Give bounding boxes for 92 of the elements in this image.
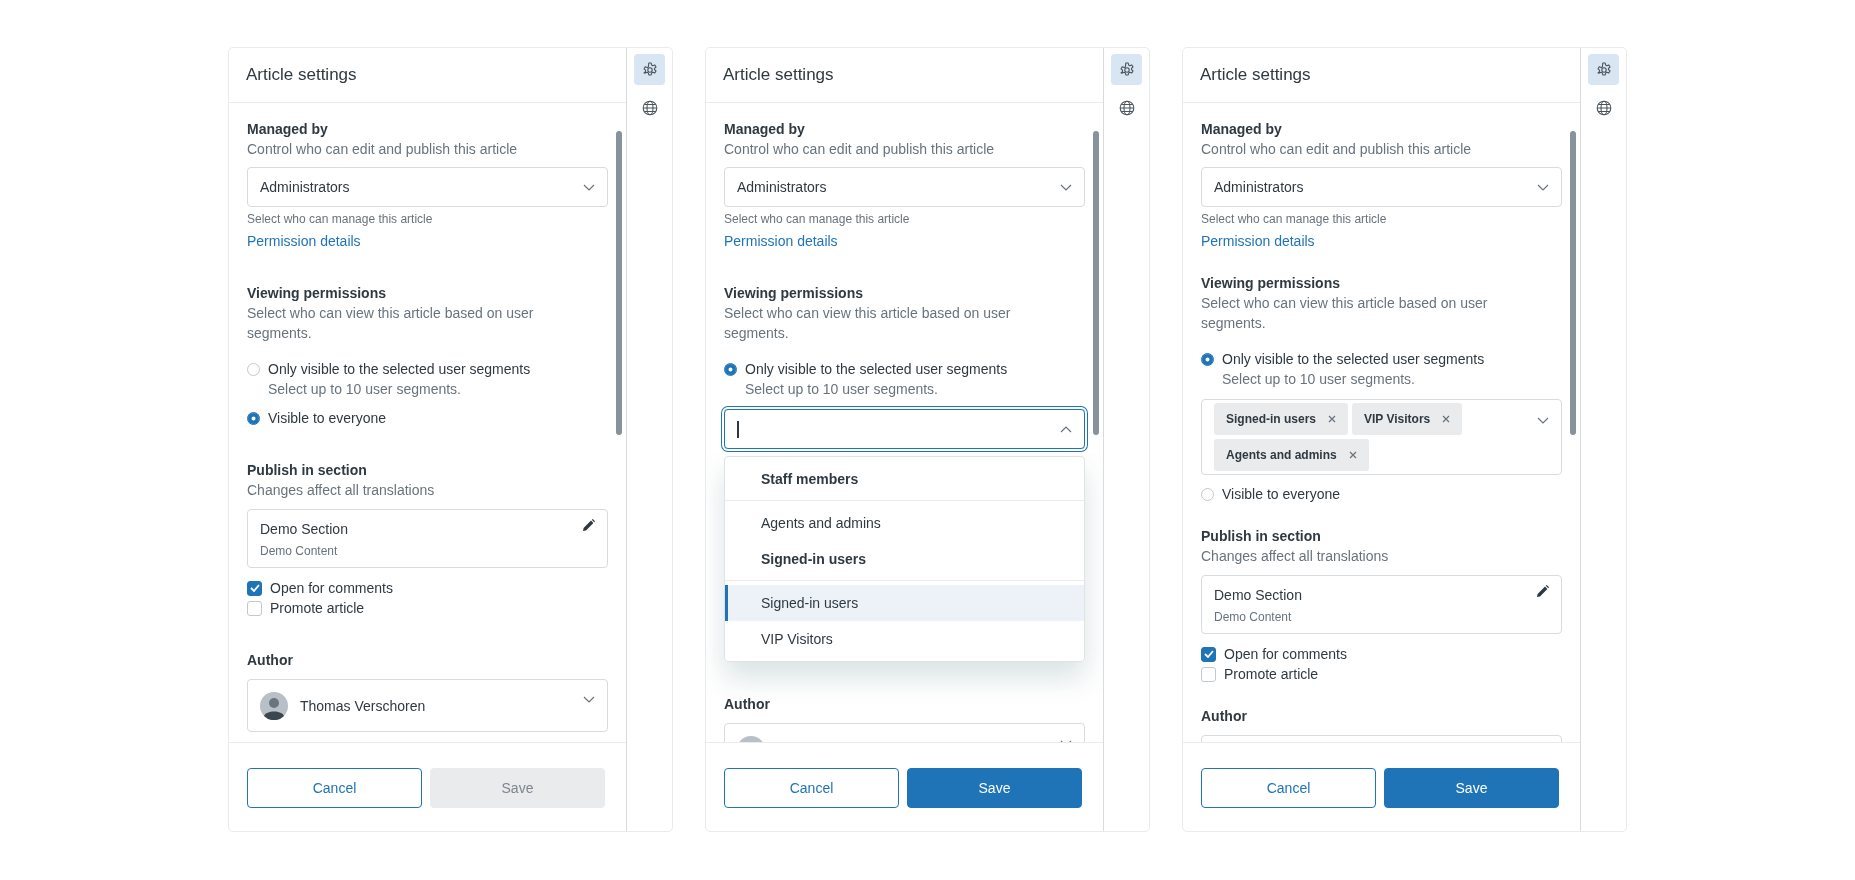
- radio-button[interactable]: [247, 411, 260, 425]
- checkbox[interactable]: [1201, 646, 1216, 662]
- globe-icon: [1118, 99, 1135, 116]
- checkbox[interactable]: [247, 580, 262, 596]
- section-description: Control who can edit and publish this article: [1201, 140, 1473, 159]
- remove-icon[interactable]: [1442, 415, 1451, 423]
- radio-button[interactable]: [724, 362, 737, 376]
- panel-title: Article settings: [1200, 65, 1311, 85]
- section-label: Viewing permissions: [1201, 274, 1341, 293]
- segment-select[interactable]: Signed-in users VIP Visitors Agents and admins: [1201, 399, 1562, 475]
- section-description: Control who can edit and publish this article: [724, 140, 996, 159]
- edit-icon[interactable]: [1536, 585, 1549, 598]
- section-label: Viewing permissions: [724, 284, 864, 303]
- section-label: Managed by: [724, 120, 806, 139]
- radio-label: Only visible to the selected user segments: [745, 360, 1008, 379]
- cancel-button[interactable]: Cancel: [1201, 768, 1376, 808]
- chevron-up-icon: [1060, 425, 1072, 433]
- scrollbar-thumb[interactable]: [1093, 131, 1099, 435]
- section-label: Author: [1201, 707, 1248, 726]
- section-label: Author: [724, 695, 771, 714]
- section-description: Select who can view this article based on user segments.: [247, 304, 535, 343]
- managed-by-select[interactable]: Administrators: [247, 167, 608, 207]
- checkbox-label: Open for comments: [1224, 645, 1347, 664]
- managed-by-select[interactable]: Administrators: [1201, 167, 1562, 207]
- text-cursor: [737, 420, 739, 438]
- section-label: Viewing permissions: [247, 284, 387, 303]
- checkbox-label: Open for comments: [270, 579, 393, 598]
- checkbox-label: Promote article: [270, 599, 365, 618]
- permission-details-link[interactable]: Permission details: [724, 233, 838, 249]
- avatar-icon: [260, 691, 288, 720]
- tag-label: Signed-in users: [1226, 412, 1317, 426]
- author-select[interactable]: Thomas Verschoren: [247, 679, 608, 732]
- panel-title: Article settings: [246, 65, 357, 85]
- section-description: Select who can view this article based on user segments.: [724, 304, 1012, 343]
- section-label: Publish in section: [247, 461, 368, 480]
- section-name: Demo Section: [260, 520, 348, 539]
- tag-label: VIP Visitors: [1364, 412, 1431, 426]
- cancel-button[interactable]: Cancel: [247, 768, 422, 808]
- settings-button[interactable]: [1111, 54, 1142, 85]
- settings-icon: [1595, 61, 1612, 78]
- section-description: Select who can view this article based on user segments.: [1201, 294, 1489, 333]
- panel-title: Article settings: [723, 65, 834, 85]
- field-hint: Select who can manage this article: [1201, 211, 1388, 227]
- menu-item[interactable]: Signed-in users: [725, 585, 1084, 621]
- radio-button[interactable]: [1201, 352, 1214, 366]
- save-button[interactable]: Save: [1384, 768, 1559, 808]
- save-button[interactable]: Save: [907, 768, 1082, 808]
- radio-label: Visible to everyone: [268, 409, 387, 428]
- menu-item[interactable]: VIP Visitors: [725, 621, 1084, 657]
- scrollbar-thumb[interactable]: [1570, 131, 1576, 435]
- radio-label: Only visible to the selected user segments: [1222, 350, 1485, 369]
- settings-icon: [1118, 61, 1135, 78]
- radio-label: Only visible to the selected user segments: [268, 360, 531, 379]
- tag-label: Agents and admins: [1226, 448, 1337, 462]
- option-hint: Select up to 10 user segments.: [744, 380, 939, 399]
- globe-icon: [641, 99, 658, 116]
- section-label: Managed by: [1201, 120, 1283, 139]
- remove-icon[interactable]: [1328, 415, 1337, 423]
- menu-item[interactable]: Agents and admins: [725, 505, 1084, 541]
- radio-button[interactable]: [1201, 487, 1214, 501]
- section-description: Changes affect all translations: [1201, 547, 1390, 566]
- permission-details-link[interactable]: Permission details: [1201, 233, 1315, 249]
- option-hint: Select up to 10 user segments.: [1221, 370, 1416, 389]
- segment-search-field[interactable]: [724, 409, 1085, 449]
- checkbox[interactable]: [1201, 666, 1216, 682]
- section-label: Publish in section: [1201, 527, 1322, 546]
- settings-button[interactable]: [1588, 54, 1619, 85]
- globe-icon: [1595, 99, 1612, 116]
- section-path: Demo Content: [260, 543, 339, 559]
- settings-icon: [641, 61, 658, 78]
- section-label: Author: [247, 651, 294, 670]
- managed-by-select[interactable]: Administrators: [724, 167, 1085, 207]
- cancel-button[interactable]: Cancel: [724, 768, 899, 808]
- radio-button[interactable]: [247, 362, 260, 376]
- checkbox-label: Promote article: [1224, 665, 1319, 684]
- option-hint: Select up to 10 user segments.: [267, 380, 462, 399]
- section-path: Demo Content: [1214, 609, 1293, 625]
- scrollbar-thumb[interactable]: [616, 131, 622, 435]
- edit-icon[interactable]: [582, 519, 595, 532]
- field-hint: Select who can manage this article: [724, 211, 911, 227]
- section-description: Control who can edit and publish this article: [247, 140, 519, 159]
- section-label: Managed by: [247, 120, 329, 139]
- radio-label: Visible to everyone: [1222, 485, 1341, 504]
- field-hint: Select who can manage this article: [247, 211, 434, 227]
- menu-group-heading: Staff members: [760, 470, 860, 489]
- section-description: Changes affect all translations: [247, 481, 436, 500]
- permission-details-link[interactable]: Permission details: [247, 233, 361, 249]
- checkbox[interactable]: [247, 600, 262, 616]
- section-name: Demo Section: [1214, 586, 1302, 605]
- menu-group-heading: Signed-in users: [760, 550, 868, 569]
- settings-button[interactable]: [634, 54, 665, 85]
- remove-icon[interactable]: [1348, 451, 1357, 459]
